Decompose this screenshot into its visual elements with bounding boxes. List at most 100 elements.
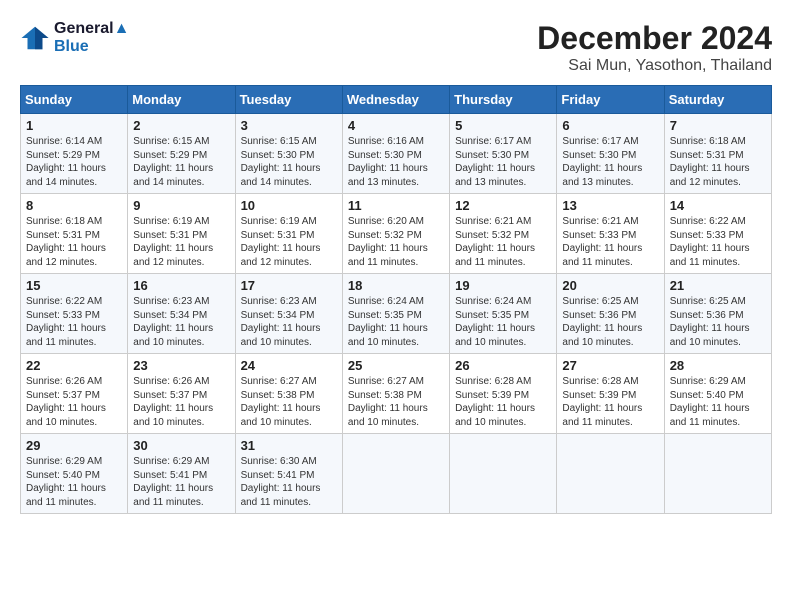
day-number: 12 [455, 198, 551, 213]
day-info: Sunrise: 6:19 AM Sunset: 5:31 PM Dayligh… [133, 215, 229, 269]
day-number: 4 [348, 118, 444, 133]
day-number: 29 [26, 438, 122, 453]
day-info: Sunrise: 6:22 AM Sunset: 5:33 PM Dayligh… [670, 215, 766, 269]
calendar-cell: 10 Sunrise: 6:19 AM Sunset: 5:31 PM Dayl… [235, 194, 342, 274]
header-monday: Monday [128, 86, 235, 114]
calendar-cell: 23 Sunrise: 6:26 AM Sunset: 5:37 PM Dayl… [128, 354, 235, 434]
day-info: Sunrise: 6:29 AM Sunset: 5:41 PM Dayligh… [133, 455, 229, 509]
calendar-cell: 6 Sunrise: 6:17 AM Sunset: 5:30 PM Dayli… [557, 114, 664, 194]
calendar-cell [450, 434, 557, 514]
calendar-cell: 30 Sunrise: 6:29 AM Sunset: 5:41 PM Dayl… [128, 434, 235, 514]
header-friday: Friday [557, 86, 664, 114]
day-number: 5 [455, 118, 551, 133]
day-info: Sunrise: 6:27 AM Sunset: 5:38 PM Dayligh… [348, 375, 444, 429]
title-area: December 2024 Sai Mun, Yasothon, Thailan… [537, 20, 772, 75]
day-number: 16 [133, 278, 229, 293]
calendar-cell: 22 Sunrise: 6:26 AM Sunset: 5:37 PM Dayl… [21, 354, 128, 434]
day-info: Sunrise: 6:15 AM Sunset: 5:30 PM Dayligh… [241, 135, 337, 189]
day-info: Sunrise: 6:26 AM Sunset: 5:37 PM Dayligh… [133, 375, 229, 429]
calendar-cell: 31 Sunrise: 6:30 AM Sunset: 5:41 PM Dayl… [235, 434, 342, 514]
calendar-cell: 12 Sunrise: 6:21 AM Sunset: 5:32 PM Dayl… [450, 194, 557, 274]
day-number: 9 [133, 198, 229, 213]
calendar-body: 1 Sunrise: 6:14 AM Sunset: 5:29 PM Dayli… [21, 114, 772, 514]
day-info: Sunrise: 6:22 AM Sunset: 5:33 PM Dayligh… [26, 295, 122, 349]
day-number: 27 [562, 358, 658, 373]
day-info: Sunrise: 6:18 AM Sunset: 5:31 PM Dayligh… [670, 135, 766, 189]
calendar-cell: 15 Sunrise: 6:22 AM Sunset: 5:33 PM Dayl… [21, 274, 128, 354]
day-info: Sunrise: 6:28 AM Sunset: 5:39 PM Dayligh… [455, 375, 551, 429]
day-info: Sunrise: 6:24 AM Sunset: 5:35 PM Dayligh… [455, 295, 551, 349]
calendar-cell: 27 Sunrise: 6:28 AM Sunset: 5:39 PM Dayl… [557, 354, 664, 434]
day-number: 6 [562, 118, 658, 133]
day-info: Sunrise: 6:21 AM Sunset: 5:33 PM Dayligh… [562, 215, 658, 269]
calendar-cell: 3 Sunrise: 6:15 AM Sunset: 5:30 PM Dayli… [235, 114, 342, 194]
header-sunday: Sunday [21, 86, 128, 114]
calendar-cell: 25 Sunrise: 6:27 AM Sunset: 5:38 PM Dayl… [342, 354, 449, 434]
day-info: Sunrise: 6:30 AM Sunset: 5:41 PM Dayligh… [241, 455, 337, 509]
calendar-cell [557, 434, 664, 514]
calendar-cell: 19 Sunrise: 6:24 AM Sunset: 5:35 PM Dayl… [450, 274, 557, 354]
calendar-cell: 24 Sunrise: 6:27 AM Sunset: 5:38 PM Dayl… [235, 354, 342, 434]
day-info: Sunrise: 6:25 AM Sunset: 5:36 PM Dayligh… [562, 295, 658, 349]
day-number: 21 [670, 278, 766, 293]
day-number: 15 [26, 278, 122, 293]
day-number: 26 [455, 358, 551, 373]
day-number: 30 [133, 438, 229, 453]
calendar-cell: 20 Sunrise: 6:25 AM Sunset: 5:36 PM Dayl… [557, 274, 664, 354]
header-thursday: Thursday [450, 86, 557, 114]
day-number: 31 [241, 438, 337, 453]
day-number: 22 [26, 358, 122, 373]
calendar-cell: 9 Sunrise: 6:19 AM Sunset: 5:31 PM Dayli… [128, 194, 235, 274]
month-title: December 2024 [537, 20, 772, 57]
calendar-cell: 14 Sunrise: 6:22 AM Sunset: 5:33 PM Dayl… [664, 194, 771, 274]
day-info: Sunrise: 6:29 AM Sunset: 5:40 PM Dayligh… [26, 455, 122, 509]
logo-text: General▲ Blue [54, 20, 129, 56]
day-number: 13 [562, 198, 658, 213]
day-info: Sunrise: 6:14 AM Sunset: 5:29 PM Dayligh… [26, 135, 122, 189]
calendar-header: Sunday Monday Tuesday Wednesday Thursday… [21, 86, 772, 114]
day-number: 10 [241, 198, 337, 213]
day-info: Sunrise: 6:19 AM Sunset: 5:31 PM Dayligh… [241, 215, 337, 269]
calendar-cell: 26 Sunrise: 6:28 AM Sunset: 5:39 PM Dayl… [450, 354, 557, 434]
calendar-week-row: 8 Sunrise: 6:18 AM Sunset: 5:31 PM Dayli… [21, 194, 772, 274]
day-info: Sunrise: 6:27 AM Sunset: 5:38 PM Dayligh… [241, 375, 337, 429]
calendar-cell [342, 434, 449, 514]
calendar-cell: 13 Sunrise: 6:21 AM Sunset: 5:33 PM Dayl… [557, 194, 664, 274]
calendar-cell: 16 Sunrise: 6:23 AM Sunset: 5:34 PM Dayl… [128, 274, 235, 354]
day-number: 14 [670, 198, 766, 213]
day-number: 2 [133, 118, 229, 133]
day-info: Sunrise: 6:16 AM Sunset: 5:30 PM Dayligh… [348, 135, 444, 189]
day-info: Sunrise: 6:25 AM Sunset: 5:36 PM Dayligh… [670, 295, 766, 349]
calendar-week-row: 29 Sunrise: 6:29 AM Sunset: 5:40 PM Dayl… [21, 434, 772, 514]
calendar-cell: 2 Sunrise: 6:15 AM Sunset: 5:29 PM Dayli… [128, 114, 235, 194]
day-info: Sunrise: 6:24 AM Sunset: 5:35 PM Dayligh… [348, 295, 444, 349]
day-info: Sunrise: 6:15 AM Sunset: 5:29 PM Dayligh… [133, 135, 229, 189]
calendar-table: Sunday Monday Tuesday Wednesday Thursday… [20, 85, 772, 514]
day-info: Sunrise: 6:26 AM Sunset: 5:37 PM Dayligh… [26, 375, 122, 429]
day-info: Sunrise: 6:28 AM Sunset: 5:39 PM Dayligh… [562, 375, 658, 429]
calendar-cell: 8 Sunrise: 6:18 AM Sunset: 5:31 PM Dayli… [21, 194, 128, 274]
day-info: Sunrise: 6:20 AM Sunset: 5:32 PM Dayligh… [348, 215, 444, 269]
header-saturday: Saturday [664, 86, 771, 114]
day-number: 1 [26, 118, 122, 133]
day-info: Sunrise: 6:23 AM Sunset: 5:34 PM Dayligh… [133, 295, 229, 349]
header-tuesday: Tuesday [235, 86, 342, 114]
weekday-header-row: Sunday Monday Tuesday Wednesday Thursday… [21, 86, 772, 114]
day-number: 17 [241, 278, 337, 293]
header-wednesday: Wednesday [342, 86, 449, 114]
calendar-cell: 17 Sunrise: 6:23 AM Sunset: 5:34 PM Dayl… [235, 274, 342, 354]
day-number: 23 [133, 358, 229, 373]
day-number: 19 [455, 278, 551, 293]
logo: General▲ Blue [20, 20, 129, 56]
page-header: General▲ Blue December 2024 Sai Mun, Yas… [20, 20, 772, 75]
location-title: Sai Mun, Yasothon, Thailand [537, 57, 772, 75]
calendar-week-row: 1 Sunrise: 6:14 AM Sunset: 5:29 PM Dayli… [21, 114, 772, 194]
day-number: 25 [348, 358, 444, 373]
day-info: Sunrise: 6:17 AM Sunset: 5:30 PM Dayligh… [455, 135, 551, 189]
day-info: Sunrise: 6:17 AM Sunset: 5:30 PM Dayligh… [562, 135, 658, 189]
day-number: 28 [670, 358, 766, 373]
day-number: 7 [670, 118, 766, 133]
calendar-cell: 7 Sunrise: 6:18 AM Sunset: 5:31 PM Dayli… [664, 114, 771, 194]
day-number: 20 [562, 278, 658, 293]
day-info: Sunrise: 6:23 AM Sunset: 5:34 PM Dayligh… [241, 295, 337, 349]
